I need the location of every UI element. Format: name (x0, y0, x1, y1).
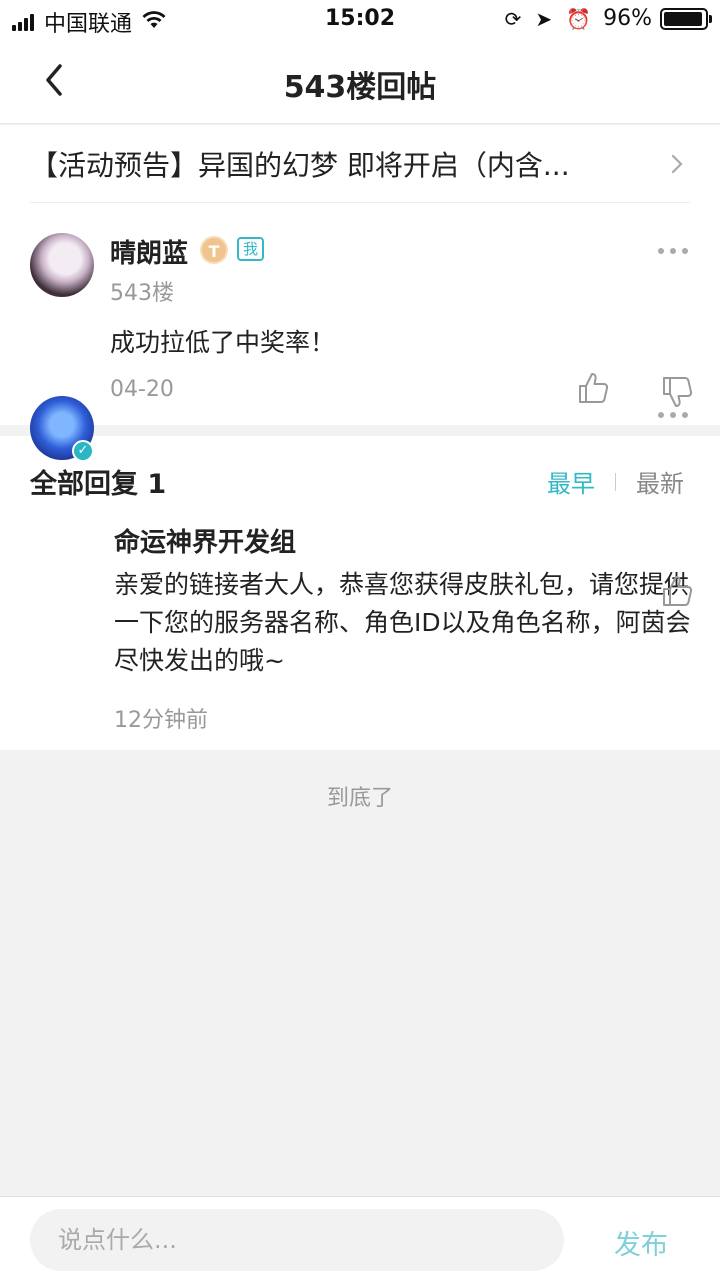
thumbs-up-icon[interactable] (576, 371, 610, 405)
me-badge: 我 (237, 237, 265, 261)
thread-link[interactable]: 【活动预告】异国的幻梦 即将开启（内含... (30, 125, 690, 203)
verified-icon: ✓ (72, 440, 94, 462)
floor-number: 543楼 (110, 281, 174, 306)
thumbs-up-icon[interactable] (660, 574, 694, 608)
thumbs-down-icon[interactable] (660, 375, 694, 409)
more-options-icon[interactable] (658, 410, 688, 420)
replies-section: 全部回复 1 最早 最新 (0, 436, 720, 750)
chevron-right-icon (671, 154, 683, 174)
avatar[interactable] (30, 233, 94, 297)
more-options-icon[interactable] (658, 246, 688, 256)
battery-icon (660, 7, 712, 30)
alarm-icon: ⏰ (566, 6, 592, 31)
end-of-list-text: 到底了 (326, 786, 393, 811)
location-icon: ➤ (535, 6, 553, 31)
level-badge: T (200, 236, 228, 264)
comment-composer: 发布 (0, 1196, 720, 1281)
battery-percent: 96% (603, 6, 652, 31)
status-bar: 中国联通 15:02 ⟳ ➤ ⏰ 96% (0, 0, 720, 40)
replies-header: 全部回复 1 (30, 469, 167, 500)
post-content: 成功拉低了中奖率！ (110, 328, 336, 357)
post-card: 【活动预告】异国的幻梦 即将开启（内含... 晴朗蓝 T 我 543楼 成功拉低… (0, 125, 720, 425)
sort-earliest[interactable]: 最早 (547, 464, 595, 499)
sort-latest[interactable]: 最新 (636, 464, 684, 499)
divider (615, 472, 616, 491)
publish-button[interactable]: 发布 (614, 1223, 668, 1262)
nav-bar: 543楼回帖 (0, 40, 720, 124)
sort-toggle: 最早 最新 (547, 464, 684, 499)
post-date: 04-20 (110, 377, 174, 402)
thread-title: 【活动预告】异国的幻梦 即将开启（内含... (30, 148, 570, 182)
post-username[interactable]: 晴朗蓝 (110, 233, 188, 270)
page-title: 543楼回帖 (283, 70, 437, 105)
status-right: ⟳ ➤ ⏰ 96% (491, 6, 712, 31)
rotation-lock-icon: ⟳ (504, 6, 522, 31)
comment-input[interactable] (30, 1209, 564, 1271)
